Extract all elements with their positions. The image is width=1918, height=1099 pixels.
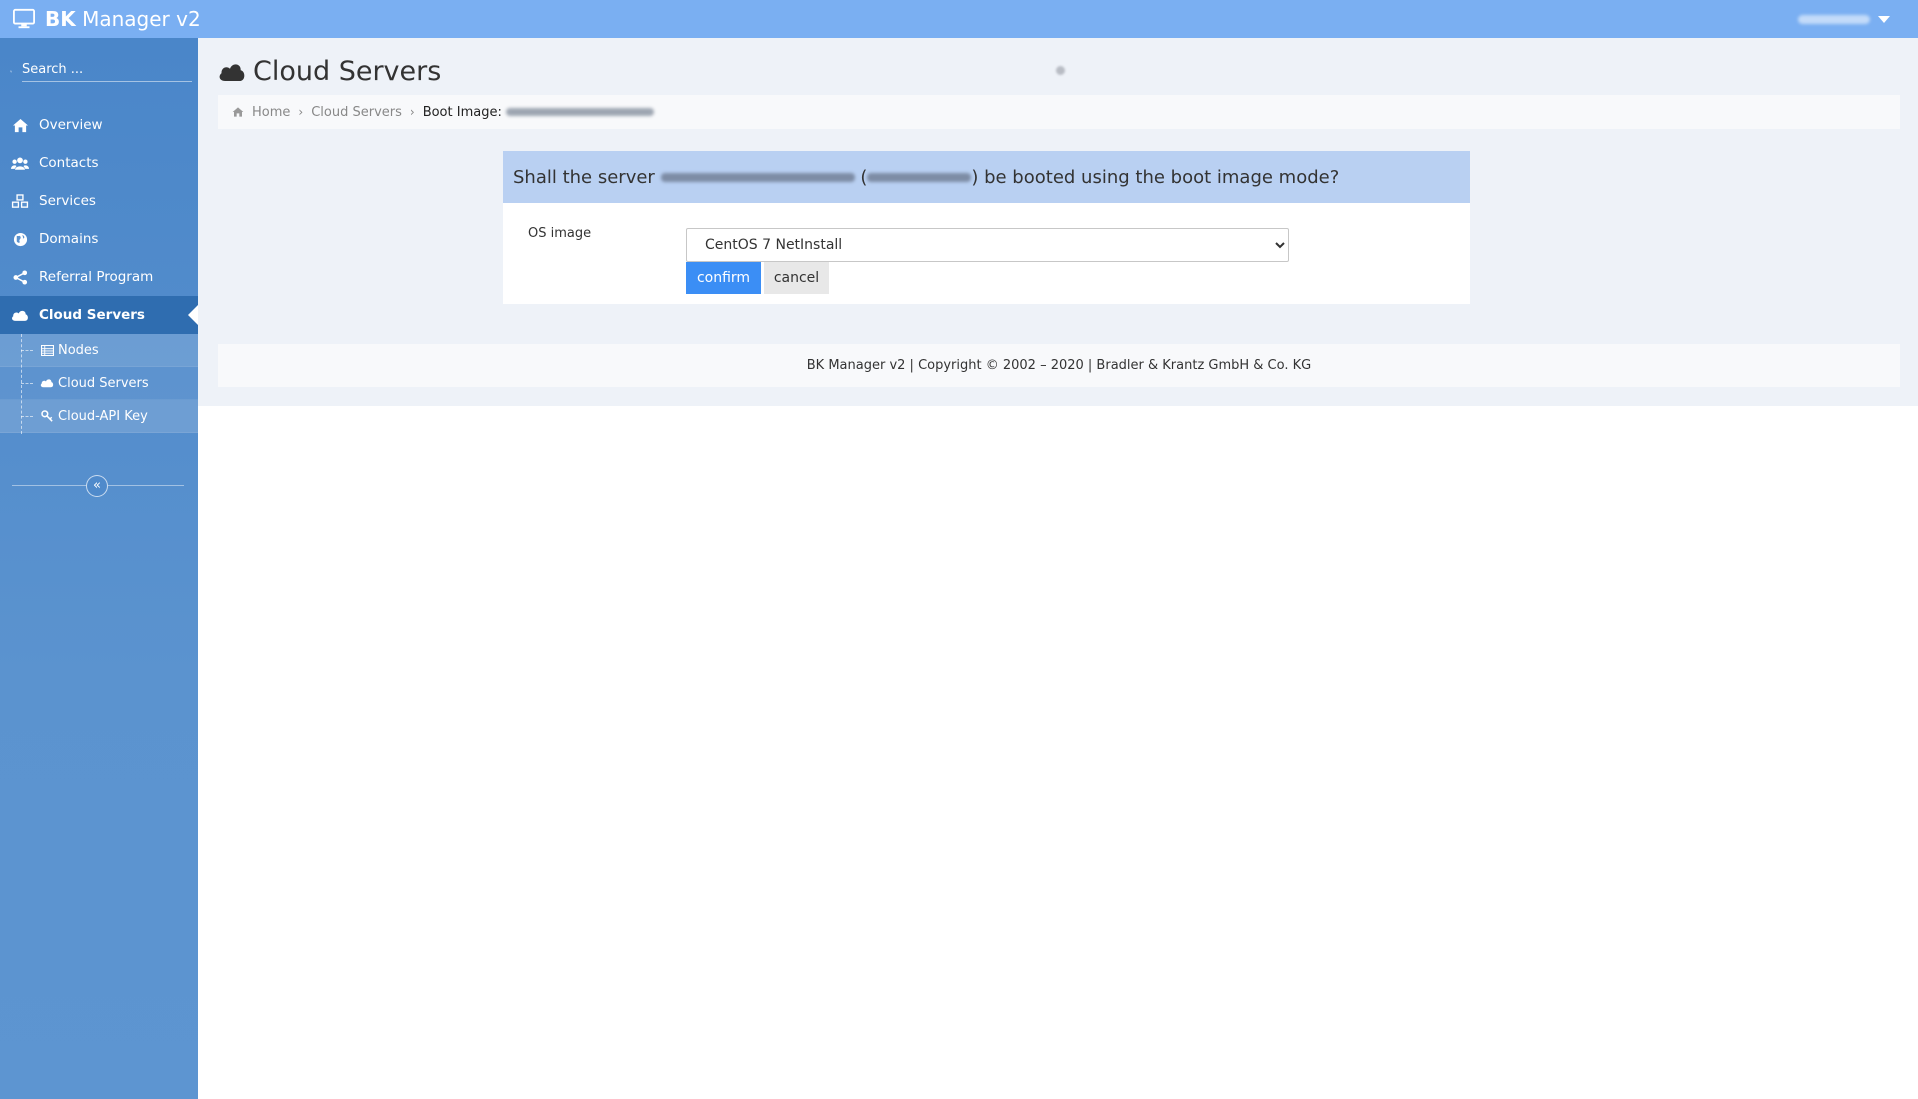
users-icon xyxy=(11,154,29,172)
question-suffix: ) be booted using the boot image mode? xyxy=(971,166,1340,188)
dialog-question: Shall the server ( ) be booted using the … xyxy=(503,151,1470,203)
caret-down-icon xyxy=(1878,15,1890,23)
sidebar-nav: Overview Contacts Services Domains Refer… xyxy=(0,106,198,434)
sidebar-subitem-label: Nodes xyxy=(58,342,99,358)
breadcrumb-cloud-servers-link[interactable]: Cloud Servers xyxy=(311,105,402,120)
redacted-server-name xyxy=(505,108,654,116)
breadcrumb-home-link[interactable]: Home xyxy=(252,105,290,120)
cloud-servers-subnav: Nodes Cloud Servers Cloud-API Key xyxy=(0,334,198,434)
redacted-username xyxy=(1798,14,1870,24)
sidebar-search xyxy=(10,60,192,82)
page-title: Cloud Servers xyxy=(218,56,441,87)
loading-indicator xyxy=(1056,66,1065,75)
sidebar-subitem-cloud-api-key[interactable]: Cloud-API Key xyxy=(0,400,198,433)
footer: BK Manager v2 | Copyright © 2002 – 2020 … xyxy=(218,344,1900,387)
question-paren: ( xyxy=(860,166,868,188)
sidebar-item-label: Contacts xyxy=(39,155,99,171)
redacted-server-ip xyxy=(867,172,972,182)
search-icon xyxy=(10,70,12,72)
sidebar-item-label: Referral Program xyxy=(39,269,154,285)
sidebar-item-cloud-servers[interactable]: Cloud Servers xyxy=(0,296,198,334)
os-image-select-wrapper: CentOS 7 NetInstall xyxy=(686,228,1289,262)
user-menu[interactable] xyxy=(1798,0,1890,38)
footer-text: BK Manager v2 | Copyright © 2002 – 2020 … xyxy=(806,358,1312,373)
sidebar: Overview Contacts Services Domains Refer… xyxy=(0,38,198,1099)
sidebar-item-services[interactable]: Services xyxy=(0,182,198,220)
breadcrumb-current: Boot Image: xyxy=(423,105,654,120)
key-icon xyxy=(40,409,54,423)
list-icon xyxy=(40,343,54,357)
sidebar-subitem-label: Cloud Servers xyxy=(58,375,149,391)
sidebar-item-domains[interactable]: Domains xyxy=(0,220,198,258)
chevron-right-icon: › xyxy=(409,105,415,119)
search-input[interactable] xyxy=(22,60,192,82)
cloud-icon xyxy=(40,376,54,390)
sidebar-item-label: Services xyxy=(39,193,96,209)
monitor-icon xyxy=(13,8,35,29)
cloud-icon xyxy=(11,306,29,324)
sidebar-item-overview[interactable]: Overview xyxy=(0,106,198,144)
cubes-icon xyxy=(11,192,29,210)
page-title-text: Cloud Servers xyxy=(253,56,442,87)
os-image-select[interactable]: CentOS 7 NetInstall xyxy=(686,228,1289,262)
home-icon xyxy=(11,116,29,134)
cancel-button[interactable]: cancel xyxy=(764,262,829,294)
main-content: Cloud Servers Home › Cloud Servers › Boo… xyxy=(198,38,1918,406)
question-prefix: Shall the server xyxy=(513,166,655,188)
sidebar-subitem-label: Cloud-API Key xyxy=(58,408,148,424)
brand-title: BK Manager v2 xyxy=(45,7,201,31)
os-image-label: OS image xyxy=(528,226,592,241)
boot-image-dialog: Shall the server ( ) be booted using the … xyxy=(503,151,1470,304)
breadcrumb-current-label: Boot Image: xyxy=(422,104,502,120)
breadcrumb: Home › Cloud Servers › Boot Image: xyxy=(218,95,1900,129)
collapse-sidebar-button[interactable]: « xyxy=(86,475,108,497)
brand-link[interactable]: BK Manager v2 xyxy=(0,0,201,38)
sidebar-subitem-cloud-servers[interactable]: Cloud Servers xyxy=(0,367,198,400)
top-bar: BK Manager v2 xyxy=(0,0,1918,38)
cloud-icon xyxy=(219,63,245,81)
redacted-server-hostname xyxy=(660,172,855,182)
sidebar-item-referral-program[interactable]: Referral Program xyxy=(0,258,198,296)
sidebar-item-label: Domains xyxy=(39,231,99,247)
confirm-button[interactable]: confirm xyxy=(686,262,761,294)
sidebar-collapse-row: « xyxy=(12,474,184,498)
sidebar-item-contacts[interactable]: Contacts xyxy=(0,144,198,182)
sidebar-item-label: Overview xyxy=(39,117,103,133)
share-icon xyxy=(11,268,29,286)
globe-icon xyxy=(11,230,29,248)
sidebar-subitem-nodes[interactable]: Nodes xyxy=(0,334,198,367)
sidebar-item-label: Cloud Servers xyxy=(39,307,145,323)
chevron-right-icon: › xyxy=(298,105,304,119)
home-icon xyxy=(232,107,244,117)
